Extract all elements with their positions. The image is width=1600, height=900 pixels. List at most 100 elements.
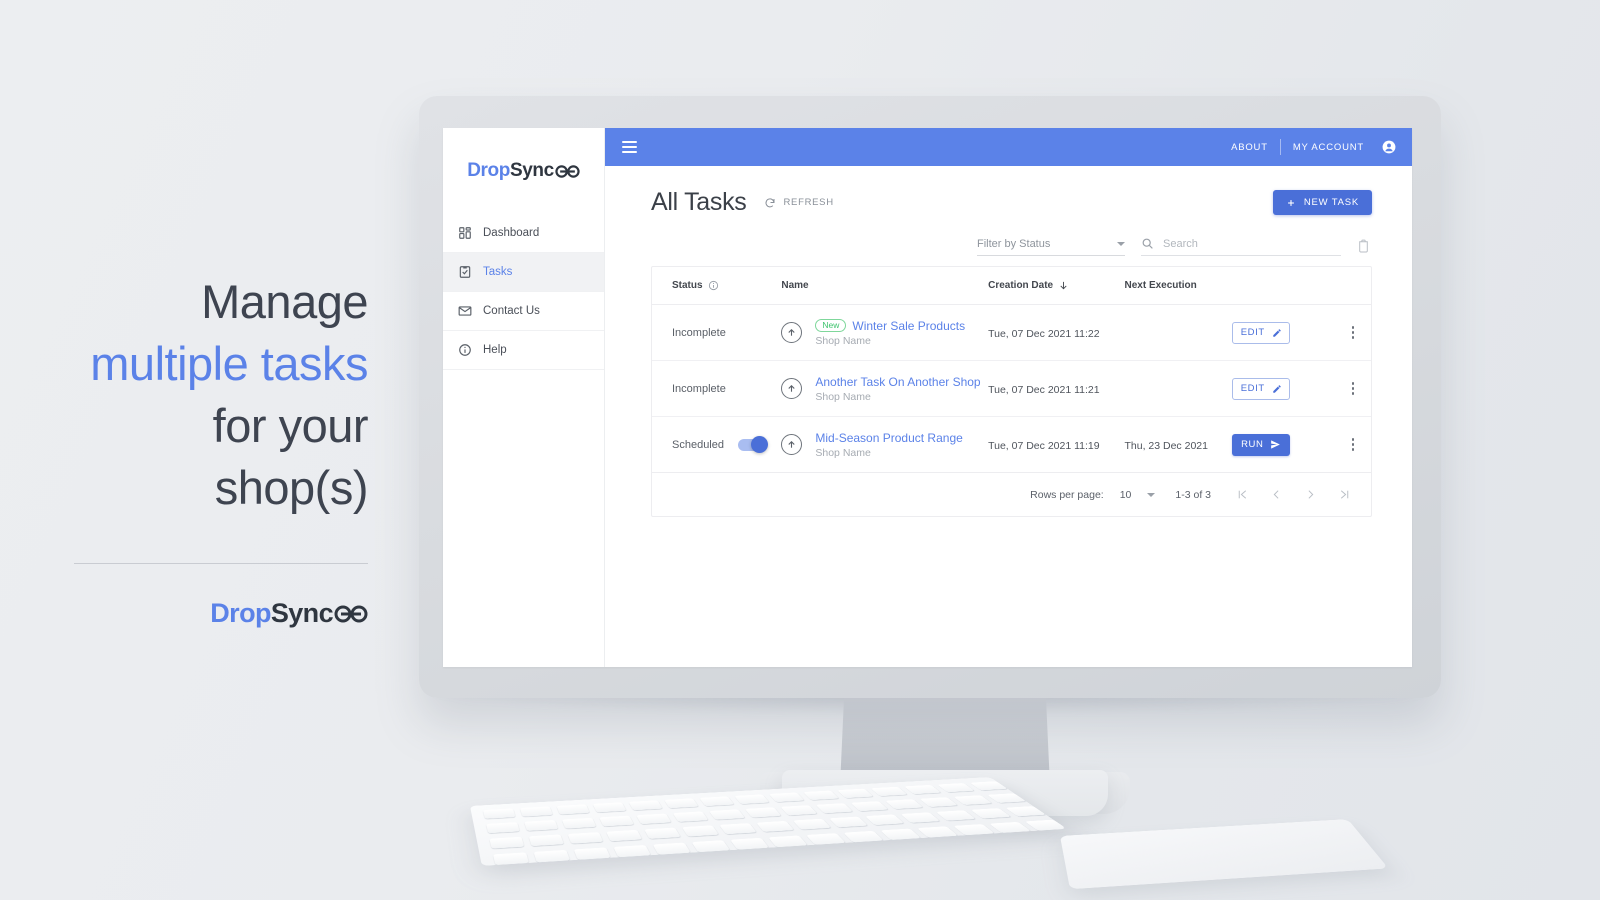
column-header-name[interactable]: Name: [781, 267, 989, 305]
task-name-link[interactable]: Mid-Season Product Range: [815, 431, 962, 445]
shop-name: Shop Name: [815, 446, 871, 459]
status-text: Incomplete: [672, 382, 726, 395]
promo-divider: [74, 563, 368, 565]
refresh-icon: [764, 197, 776, 209]
status-filter-select[interactable]: Filter by Status: [977, 238, 1125, 256]
send-icon: [1270, 439, 1281, 450]
edit-label: EDIT: [1240, 383, 1265, 394]
search-field[interactable]: [1141, 237, 1341, 256]
creation-date-text: Tue, 07 Dec 2021 11:21: [988, 383, 1100, 396]
cell-next-execution: [1124, 360, 1233, 417]
cell-menu: [1334, 304, 1371, 361]
status-badge: New: [815, 318, 847, 333]
sidebar-item-help[interactable]: Help: [443, 331, 604, 370]
infinity-mark-icon: [334, 604, 368, 624]
promo-highlight: multiple tasks: [90, 336, 368, 390]
column-header-creation-date[interactable]: Creation Date: [988, 267, 1125, 305]
table-row[interactable]: Scheduled Mid-Season Product Range Shop …: [652, 416, 1371, 473]
monitor-screen: Drop Sync Dashboard Tasks Contact Us Hel…: [443, 128, 1412, 667]
status-text: Incomplete: [672, 326, 726, 339]
table-row[interactable]: Incomplete: [652, 360, 1371, 417]
column-header-menu: [1334, 267, 1371, 305]
cell-menu: [1334, 416, 1371, 473]
app-logo-sync: Sync: [509, 160, 554, 181]
page-content: All Tasks REFRESH NEW TASK Filter by Sta…: [605, 166, 1412, 667]
cell-next-execution: [1124, 304, 1233, 361]
upload-circle-icon[interactable]: [781, 322, 803, 343]
kebab-menu-icon[interactable]: [1335, 326, 1371, 339]
run-button[interactable]: RUN: [1232, 433, 1291, 456]
kebab-menu-icon[interactable]: [1335, 382, 1371, 395]
cell-status: Incomplete: [652, 360, 782, 417]
promo-panel: Manage multiple tasks for your shop(s) D…: [0, 0, 400, 900]
rows-per-page-label: Rows per page:: [1030, 488, 1104, 501]
app-logo[interactable]: Drop Sync: [443, 128, 604, 214]
cell-next-execution: Thu, 23 Dec 2021: [1124, 416, 1233, 473]
pencil-icon: [1272, 384, 1282, 394]
sidebar-item-label: Help: [483, 344, 507, 356]
kebab-menu-icon[interactable]: [1335, 438, 1371, 451]
plus-icon: [1286, 198, 1296, 208]
chevron-right-icon[interactable]: [1299, 484, 1321, 506]
page-header: All Tasks REFRESH NEW TASK: [651, 188, 1372, 217]
arrow-down-icon: [1058, 280, 1069, 291]
column-label-name: Name: [781, 280, 809, 291]
cell-name: Another Task On Another Shop Shop Name: [781, 360, 989, 417]
info-circle-icon[interactable]: [708, 280, 719, 291]
pencil-icon: [1272, 328, 1282, 338]
about-link[interactable]: ABOUT: [1219, 142, 1280, 153]
task-name-link[interactable]: Another Task On Another Shop: [815, 375, 980, 389]
column-label-creation-date: Creation Date: [988, 280, 1054, 291]
dashboard-icon: [458, 226, 472, 240]
last-page-icon[interactable]: [1333, 484, 1355, 506]
refresh-button[interactable]: REFRESH: [764, 197, 833, 209]
chevron-down-icon: [1117, 242, 1125, 246]
upload-circle-icon[interactable]: [781, 434, 803, 455]
column-header-next-execution[interactable]: Next Execution: [1124, 267, 1233, 305]
column-header-status[interactable]: Status: [652, 267, 782, 305]
creation-date-text: Tue, 07 Dec 2021 11:22: [988, 327, 1100, 340]
cell-name: Mid-Season Product Range Shop Name: [781, 416, 989, 473]
page-range-label: 1-3 of 3: [1175, 488, 1211, 501]
next-execution-text: Thu, 23 Dec 2021: [1124, 439, 1208, 452]
search-input[interactable]: [1163, 237, 1341, 250]
tasks-table: Status Name Creation Date Next Execution…: [652, 267, 1371, 473]
table-paginator: Rows per page: 10 1-3 of 3: [652, 473, 1371, 516]
table-header: Status Name Creation Date Next Execution: [652, 267, 1371, 305]
upload-circle-icon[interactable]: [781, 378, 803, 399]
sidebar-item-contact-us[interactable]: Contact Us: [443, 292, 604, 331]
trash-icon[interactable]: [1357, 238, 1370, 256]
task-name-link[interactable]: Winter Sale Products: [852, 319, 965, 333]
infinity-mark-icon: [555, 164, 580, 179]
edit-button[interactable]: EDIT: [1232, 377, 1291, 400]
account-circle-icon: [1382, 140, 1396, 154]
schedule-toggle[interactable]: [738, 436, 768, 453]
shop-name: Shop Name: [815, 334, 871, 347]
sidebar-item-dashboard[interactable]: Dashboard: [443, 214, 604, 253]
chevron-down-icon: [1147, 492, 1156, 497]
new-task-button[interactable]: NEW TASK: [1272, 190, 1372, 215]
column-label-next-execution: Next Execution: [1124, 280, 1197, 291]
cell-status: Scheduled: [652, 416, 782, 473]
hamburger-icon[interactable]: [622, 141, 637, 153]
chevron-left-icon[interactable]: [1265, 484, 1287, 506]
rows-per-page-select[interactable]: 10: [1120, 489, 1156, 501]
new-task-label: NEW TASK: [1303, 197, 1359, 208]
my-account-button[interactable]: MY ACCOUNT: [1281, 140, 1398, 154]
table-row[interactable]: Incomplete: [652, 304, 1371, 361]
app-main: ABOUT MY ACCOUNT All Tasks REFRESH NEW T…: [605, 128, 1412, 667]
app-logo-drop: Drop: [467, 160, 510, 181]
sidebar-item-tasks[interactable]: Tasks: [443, 253, 604, 292]
promo-logo-drop: Drop: [210, 598, 271, 629]
tasks-checklist-icon: [458, 265, 472, 279]
table-header-row: Status Name Creation Date Next Execution: [652, 267, 1371, 305]
first-page-icon[interactable]: [1231, 484, 1253, 506]
cell-creation-date: Tue, 07 Dec 2021 11:19: [988, 416, 1125, 473]
creation-date-text: Tue, 07 Dec 2021 11:19: [988, 439, 1100, 452]
refresh-label: REFRESH: [783, 197, 834, 208]
cell-action: RUN: [1232, 416, 1335, 473]
edit-label: EDIT: [1240, 327, 1265, 338]
edit-button[interactable]: EDIT: [1232, 321, 1291, 344]
cell-status: Incomplete: [652, 304, 782, 361]
rows-per-page-value: 10: [1119, 488, 1132, 501]
